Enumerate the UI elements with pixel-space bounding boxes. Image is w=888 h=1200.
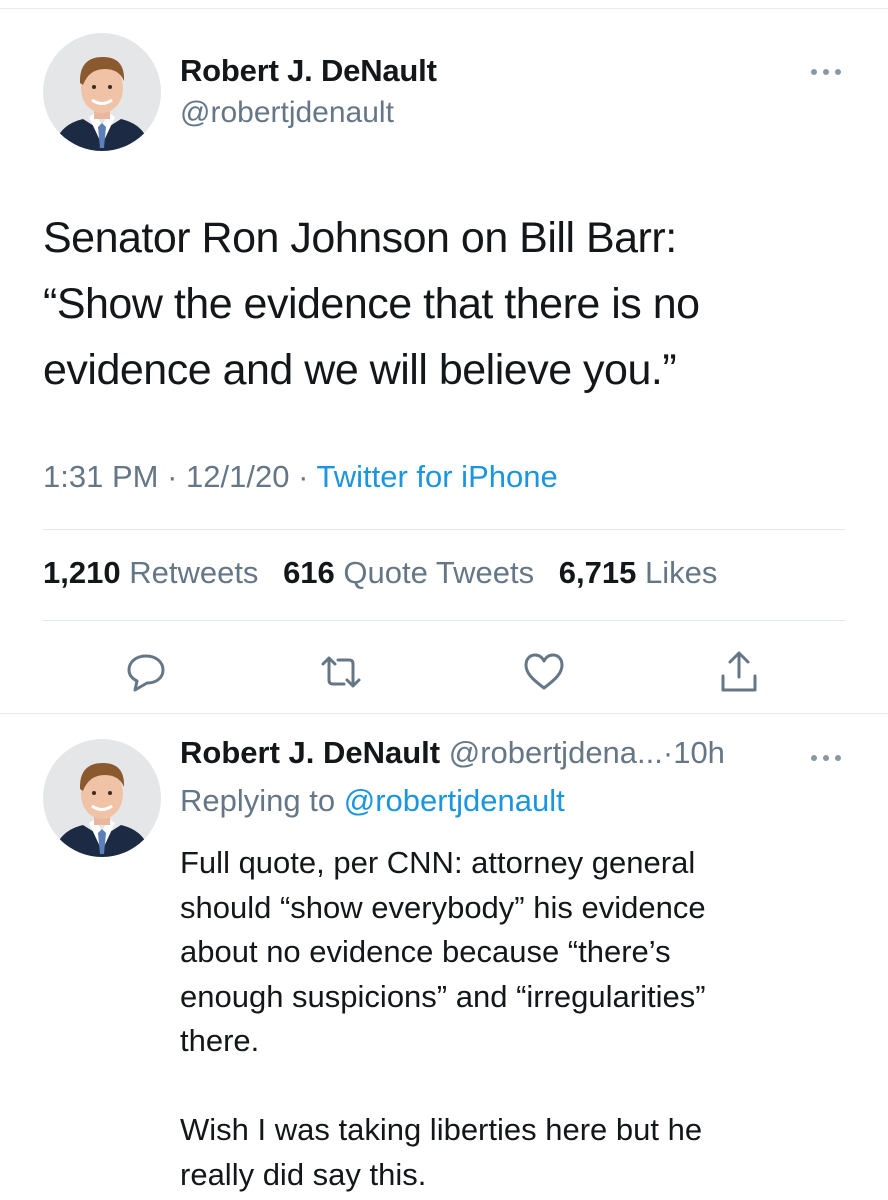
- reply-text: Full quote, per CNN: attorney general sh…: [180, 841, 860, 1197]
- author-name[interactable]: Robert J. DeNault: [180, 53, 437, 89]
- reply-author-name[interactable]: Robert J. DeNault: [180, 735, 440, 770]
- tweet-source-link[interactable]: Twitter for iPhone: [316, 459, 557, 494]
- reply-text-line: there.: [180, 1023, 260, 1058]
- tweet-text-line: evidence and we will believe you.”: [43, 346, 677, 394]
- divider: [43, 620, 845, 621]
- like-icon[interactable]: [522, 650, 566, 694]
- replying-mention-link[interactable]: @robertjdenault: [344, 783, 565, 818]
- meta-separator: ·: [167, 459, 178, 494]
- likes-count: 6,715: [558, 555, 637, 590]
- tweet-text: Senator Ron Johnson on Bill Barr: “Show …: [43, 205, 863, 403]
- replying-label: Replying to: [180, 783, 336, 818]
- replying-to: Replying to @robertjdenault: [180, 783, 565, 819]
- reply-text-line: enough suspicions” and “irregularities”: [180, 978, 706, 1014]
- quotes-label: Quote Tweets: [343, 555, 535, 590]
- tweet-text-line: “Show the evidence that there is no: [43, 280, 700, 328]
- reply-text-line: [180, 1064, 860, 1109]
- author-handle[interactable]: @robertjdenault: [180, 96, 394, 130]
- retweets-label: Retweets: [129, 555, 259, 590]
- quotes-count: 616: [283, 555, 335, 590]
- section-divider: [0, 713, 888, 714]
- reply-header: Robert J. DeNault @robertjdena...·10h: [180, 735, 725, 771]
- more-dots-icon[interactable]: [808, 752, 844, 764]
- reply-text-line: should “show everybody” his evidence: [180, 889, 706, 925]
- likes-stat[interactable]: 6,715 Likes: [559, 555, 718, 590]
- retweets-stat[interactable]: 1,210 Retweets: [43, 555, 258, 590]
- retweets-count: 1,210: [43, 555, 121, 590]
- divider: [43, 529, 845, 530]
- tweet-text-line: Senator Ron Johnson on Bill Barr:: [43, 214, 677, 262]
- reply-text-line: really did say this.: [180, 1156, 427, 1192]
- reply-text-line: about no evidence because “there’s: [180, 934, 671, 969]
- likes-label: Likes: [644, 555, 718, 590]
- reply-icon[interactable]: [124, 650, 168, 694]
- tweet-meta: 1:31 PM · 12/1/20 · Twitter for iPhone: [43, 459, 558, 495]
- quotes-stat[interactable]: 616 Quote Tweets: [283, 555, 534, 590]
- author-avatar[interactable]: [43, 33, 161, 151]
- share-icon[interactable]: [717, 650, 761, 694]
- reply-time[interactable]: 10h: [673, 735, 725, 770]
- reply-author-avatar[interactable]: [43, 739, 161, 857]
- more-dots-icon[interactable]: [808, 66, 844, 78]
- tweet-date[interactable]: 12/1/20: [186, 459, 289, 494]
- top-border: [0, 8, 888, 9]
- reply-text-line: Wish I was taking liberties here but he: [180, 1112, 703, 1147]
- reply-text-line: Full quote, per CNN: attorney general: [180, 845, 696, 880]
- reply-author-handle[interactable]: @robertjdena...: [449, 735, 663, 770]
- tweet-time[interactable]: 1:31 PM: [43, 459, 158, 494]
- meta-separator: ·: [298, 459, 309, 494]
- tweet-actions: [0, 640, 888, 700]
- retweet-icon[interactable]: [319, 650, 363, 694]
- tweet-stats: 1,210 Retweets 616 Quote Tweets 6,715 Li…: [43, 555, 717, 591]
- reply-separator: ·: [662, 735, 674, 770]
